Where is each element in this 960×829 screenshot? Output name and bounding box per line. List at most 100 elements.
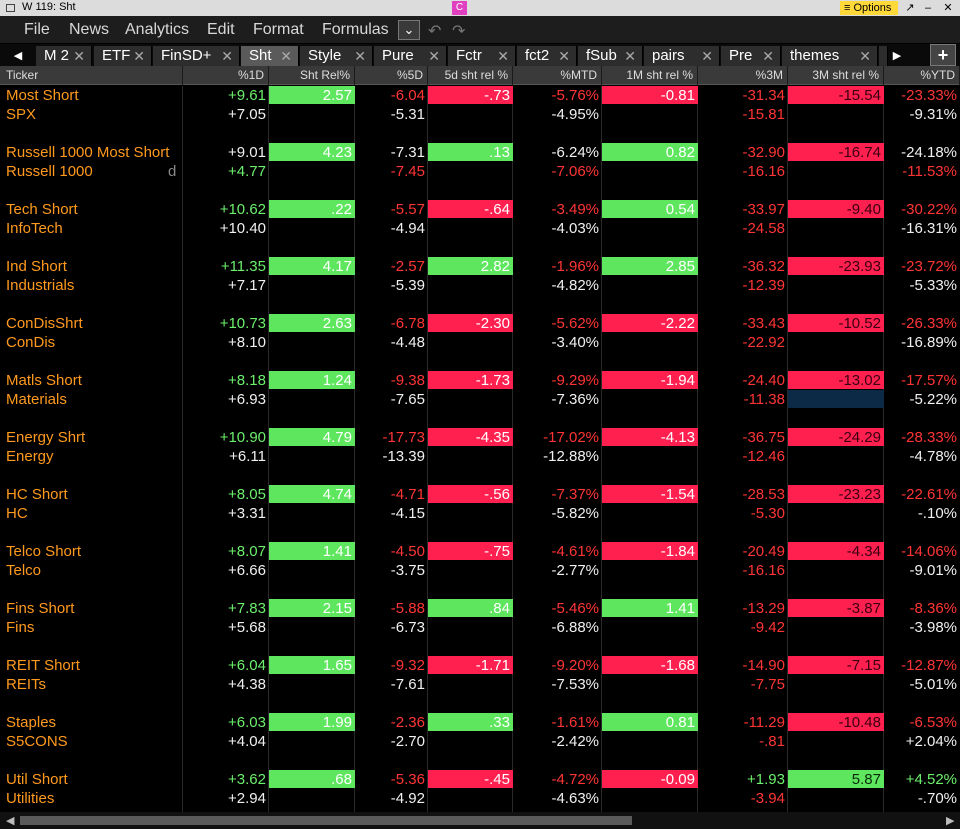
cell-sht-rel[interactable]: 4.23 <box>269 143 355 161</box>
cell-sht-rel[interactable]: .22 <box>269 200 355 218</box>
cell-5d-sht-rel[interactable]: .13 <box>428 143 513 161</box>
cell-5d[interactable]: -4.15 <box>355 504 428 523</box>
cell-1d[interactable]: +6.04 <box>183 656 269 675</box>
cell-mtd[interactable]: -5.62% <box>513 314 602 333</box>
ticker-name[interactable]: HC Short <box>0 485 183 504</box>
cell-1d[interactable]: +10.62 <box>183 200 269 219</box>
table-row[interactable]: Matls Short +8.18 1.24 -9.38 -1.73 -9.29% -1.9… <box>0 371 960 390</box>
ticker-name[interactable]: Fins Short <box>0 599 183 618</box>
tab-sht[interactable]: Sht ✕ <box>241 46 299 66</box>
ticker-name[interactable]: HC <box>0 504 183 523</box>
cell-1d[interactable]: +6.66 <box>183 561 269 580</box>
cell-5d-sht-rel[interactable]: -1.73 <box>428 371 513 389</box>
cell-3m-sht-rel[interactable]: -13.02 <box>788 371 884 389</box>
ticker-name[interactable]: Util Short <box>0 770 183 789</box>
table-row[interactable]: S5CONS +4.04 -2.70 -2.42% -.81 +2.04% <box>0 732 960 751</box>
tab-fsub[interactable]: fSub ✕ <box>578 46 643 66</box>
cell-ytd[interactable]: -23.33% <box>884 86 960 105</box>
cell-1d[interactable]: +8.18 <box>183 371 269 390</box>
table-row[interactable]: Most Short +9.61 2.57 -6.04 -.73 -5.76% -0.81-… <box>0 86 960 105</box>
cell-mtd[interactable]: -4.61% <box>513 542 602 561</box>
cell-3m-sht-rel[interactable] <box>788 276 884 295</box>
scrollbar-thumb[interactable] <box>20 816 632 825</box>
table-row[interactable]: Telco Short +8.07 1.41 -4.50 -.75 -4.61% -1.84… <box>0 542 960 561</box>
cell-sht-rel[interactable]: 2.15 <box>269 599 355 617</box>
cell-1m-sht-rel[interactable]: -4.13 <box>602 428 698 446</box>
cell-1m-sht-rel[interactable] <box>602 561 698 580</box>
cell-5d-sht-rel[interactable]: .84 <box>428 599 513 617</box>
cell-sht-rel[interactable]: 1.99 <box>269 713 355 731</box>
close-tab-icon[interactable]: ✕ <box>280 46 292 66</box>
menu-news[interactable]: News <box>69 21 109 39</box>
close-tab-icon[interactable]: ✕ <box>221 46 233 66</box>
cell-1d[interactable]: +4.77 <box>183 162 269 181</box>
cell-5d-sht-rel[interactable]: 2.82 <box>428 257 513 275</box>
cell-5d[interactable]: -4.50 <box>355 542 428 561</box>
close-tab-icon[interactable]: ✕ <box>497 46 509 66</box>
cell-sht-rel[interactable]: 2.63 <box>269 314 355 332</box>
table-row[interactable]: ConDis +8.10 -4.48 -3.40% -22.92 -16.89% <box>0 333 960 352</box>
cell-1m-sht-rel[interactable] <box>602 504 698 523</box>
cell-5d-sht-rel[interactable]: -2.30 <box>428 314 513 332</box>
cell-ytd[interactable]: -4.78% <box>884 447 960 466</box>
cell-ytd[interactable]: -14.06% <box>884 542 960 561</box>
cell-3m-sht-rel[interactable]: -16.74 <box>788 143 884 161</box>
cell-1d[interactable]: +6.11 <box>183 447 269 466</box>
cell-ytd[interactable]: -30.22% <box>884 200 960 219</box>
cell-1m-sht-rel[interactable] <box>602 333 698 352</box>
ticker-name[interactable]: Fins <box>0 618 183 637</box>
cell-3m-sht-rel[interactable] <box>788 162 884 181</box>
minimize-icon[interactable]: – <box>920 0 936 16</box>
cell-3m[interactable]: -14.90 <box>698 656 788 675</box>
cell-mtd[interactable]: -7.36% <box>513 390 602 409</box>
close-tab-icon[interactable]: ✕ <box>762 46 774 66</box>
cell-5d[interactable]: -4.71 <box>355 485 428 504</box>
cell-5d[interactable]: -9.32 <box>355 656 428 675</box>
cell-3m[interactable]: -32.90 <box>698 143 788 162</box>
cell-1d[interactable]: +7.83 <box>183 599 269 618</box>
cell-mtd[interactable]: -1.96% <box>513 257 602 276</box>
table-row[interactable]: HC Short +8.05 4.74 -4.71 -.56 -7.37% -1.54 -28… <box>0 485 960 504</box>
cell-mtd[interactable]: -17.02% <box>513 428 602 447</box>
cell-5d-sht-rel[interactable]: -4.35 <box>428 428 513 446</box>
scroll-left-icon[interactable]: ◀ <box>6 814 14 827</box>
cell-1m-sht-rel[interactable] <box>602 162 698 181</box>
cell-sht-rel[interactable] <box>269 276 355 295</box>
ticker-name[interactable]: Utilities <box>0 789 183 808</box>
cell-5d-sht-rel[interactable] <box>428 789 513 808</box>
cell-3m-sht-rel[interactable] <box>788 504 884 523</box>
cell-sht-rel[interactable] <box>269 105 355 124</box>
ticker-name[interactable]: Russell 1000 <box>0 162 183 181</box>
cell-5d[interactable]: -5.88 <box>355 599 428 618</box>
cell-1m-sht-rel[interactable]: 2.85 <box>602 257 698 275</box>
cell-1d[interactable]: +9.61 <box>183 86 269 105</box>
ticker-name[interactable]: Energy Shrt <box>0 428 183 447</box>
cell-3m[interactable]: -28.53 <box>698 485 788 504</box>
table-row[interactable]: HC +3.31 -4.15 -5.82% -5.30 -.10% <box>0 504 960 523</box>
cell-ytd[interactable]: -9.31% <box>884 105 960 124</box>
cell-5d[interactable]: -5.31 <box>355 105 428 124</box>
ticker-name[interactable]: REITs <box>0 675 183 694</box>
redo-icon[interactable]: ↷ <box>452 21 465 41</box>
ticker-name[interactable]: Most Short <box>0 86 183 105</box>
close-tab-icon[interactable]: ✕ <box>624 46 636 66</box>
cell-1m-sht-rel[interactable]: -1.84 <box>602 542 698 560</box>
cell-1m-sht-rel[interactable] <box>602 618 698 637</box>
cell-1m-sht-rel[interactable] <box>602 276 698 295</box>
cell-sht-rel[interactable]: 4.79 <box>269 428 355 446</box>
chevron-down-icon[interactable]: ⌄ <box>398 20 420 40</box>
cell-1d[interactable]: +6.93 <box>183 390 269 409</box>
table-row[interactable]: Staples +6.03 1.99 -2.36.33 -1.61% 0.81 -11.29… <box>0 713 960 732</box>
cell-ytd[interactable]: -12.87% <box>884 656 960 675</box>
cell-mtd[interactable]: -4.72% <box>513 770 602 789</box>
tab-scroll-left-icon[interactable]: ◀ <box>8 46 28 66</box>
cell-sht-rel[interactable]: 1.24 <box>269 371 355 389</box>
cell-5d[interactable]: -17.73 <box>355 428 428 447</box>
cell-3m-sht-rel[interactable] <box>788 675 884 694</box>
cell-5d[interactable]: -6.78 <box>355 314 428 333</box>
table-row[interactable]: Russell 1000 d +4.77 -7.45 -7.06% -16.16 -11.5… <box>0 162 960 181</box>
cell-3m[interactable]: -20.49 <box>698 542 788 561</box>
cell-1d[interactable]: +8.05 <box>183 485 269 504</box>
cell-1d[interactable]: +7.17 <box>183 276 269 295</box>
cell-5d[interactable]: -2.70 <box>355 732 428 751</box>
